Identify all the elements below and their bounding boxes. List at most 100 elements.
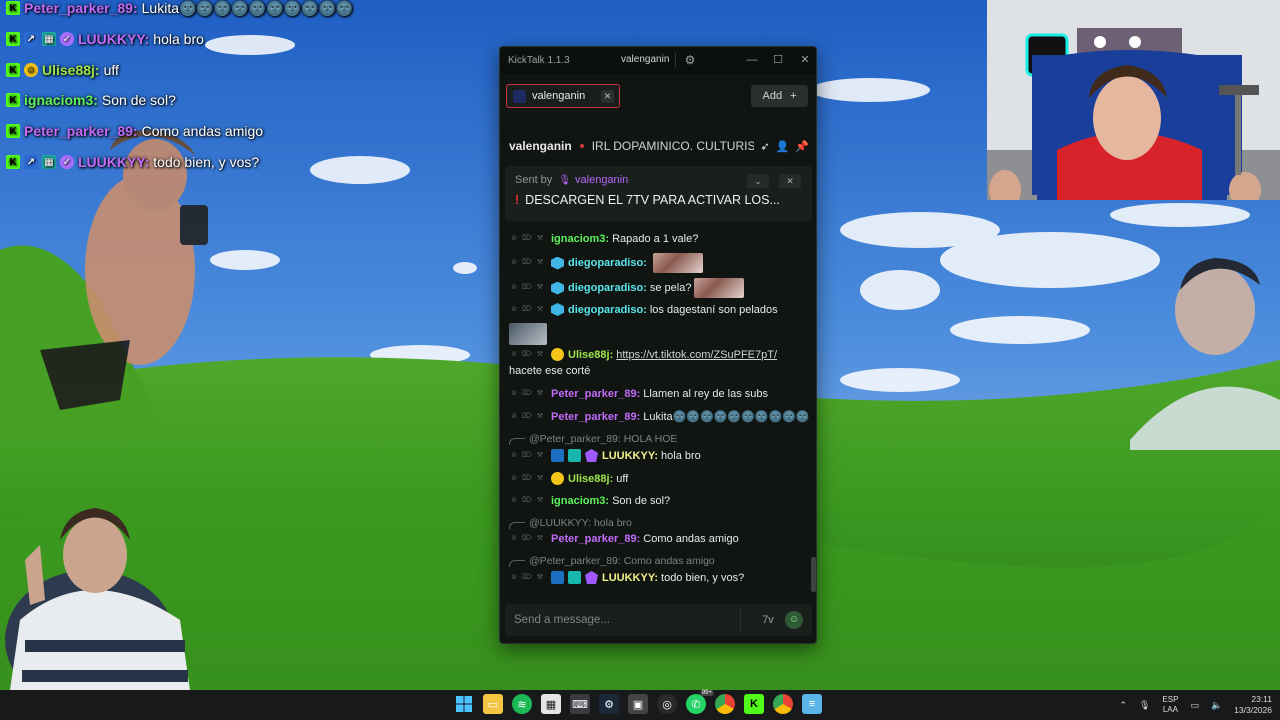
language-indicator[interactable]: ESP LAA	[1162, 695, 1178, 715]
reply-to-user: @Peter_parker_89:	[529, 432, 621, 445]
chat-username[interactable]: Peter_parker_89:	[551, 411, 640, 423]
notepad-icon[interactable]: ≡	[802, 694, 822, 714]
emote-image	[694, 278, 745, 298]
mod-ban-icon[interactable]: ⚒	[535, 234, 545, 244]
chat-username[interactable]: ignaciom3:	[551, 495, 609, 507]
chat-link[interactable]: https://vt.tiktok.com/ZSuPFE7pT/	[616, 349, 777, 361]
tab-valenganin[interactable]: valenganin ✕	[506, 84, 620, 108]
chevron-up-icon[interactable]: ⌃	[1119, 700, 1127, 711]
mod-ban-icon[interactable]: ⚒	[535, 350, 545, 360]
mod-delete-icon[interactable]: ⌦	[522, 389, 532, 399]
mod-ban-icon[interactable]: ⚒	[535, 451, 545, 461]
language-code: ESP	[1162, 695, 1179, 704]
spotify-icon[interactable]: ≋	[512, 694, 532, 714]
chat-message: ⊘ ⌦ ⚒ diegoparadiso: se pela?	[509, 278, 804, 298]
add-channel-button[interactable]: Add +	[751, 85, 808, 107]
chat-username[interactable]: diegoparadiso:	[568, 282, 647, 294]
seventv-emote-icon[interactable]: 7v	[759, 611, 777, 629]
reply-context[interactable]: @Peter_parker_89: HOLA HOE	[509, 432, 677, 445]
pin-icon[interactable]: ➶	[760, 140, 769, 153]
mod-delete-icon[interactable]: ⌦	[522, 534, 532, 544]
keyboard-layout: LAA	[1162, 705, 1178, 714]
chat-username[interactable]: Peter_parker_89:	[551, 388, 640, 400]
mod-delete-icon[interactable]: ⌦	[522, 573, 532, 583]
mod-ban-icon[interactable]: ⚒	[535, 305, 545, 315]
chat-scrollbar[interactable]	[811, 557, 816, 592]
mod-ban-icon[interactable]: ⚒	[535, 389, 545, 399]
mod-delete-icon[interactable]: ⌦	[522, 474, 532, 484]
chat-username[interactable]: diegoparadiso:	[568, 257, 647, 269]
emoji-badge-icon	[551, 472, 564, 485]
close-tab-icon[interactable]: ✕	[601, 90, 614, 103]
chat-username[interactable]: Ulise88j:	[568, 473, 613, 485]
volume-icon[interactable]: 🔈	[1211, 700, 1222, 711]
mod-ban-icon[interactable]: ⚒	[535, 283, 545, 293]
chat-username[interactable]: diegoparadiso:	[568, 304, 647, 316]
user-icon[interactable]: 👤	[776, 140, 790, 153]
network-icon[interactable]: ▭	[1190, 700, 1199, 711]
mod-timeout-icon[interactable]: ⊘	[509, 474, 519, 484]
whatsapp-icon[interactable]: ✆ 99+	[686, 690, 714, 714]
microsoft-store-icon[interactable]: ▦	[541, 694, 561, 714]
file-explorer-icon[interactable]: ▭	[483, 694, 503, 714]
mod-timeout-icon[interactable]: ⊘	[509, 350, 519, 360]
mod-timeout-icon[interactable]: ⊘	[509, 234, 519, 244]
chat-username[interactable]: LUUKKYY:	[602, 450, 658, 462]
mod-delete-icon[interactable]: ⌦	[522, 258, 532, 268]
mod-ban-icon[interactable]: ⚒	[535, 258, 545, 268]
reply-context[interactable]: @LUUKKYY: hola bro	[509, 516, 632, 529]
mod-timeout-icon[interactable]: ⊘	[509, 496, 519, 506]
mod-delete-icon[interactable]: ⌦	[522, 305, 532, 315]
clock[interactable]: 23:11 13/3/2026	[1234, 694, 1272, 716]
chat-text: hacete ese corté	[509, 365, 591, 377]
mod-timeout-icon[interactable]: ⊘	[509, 389, 519, 399]
chat-username[interactable]: LUUKKYY:	[602, 572, 658, 584]
mod-delete-icon[interactable]: ⌦	[522, 451, 532, 461]
steam-icon[interactable]: ⚙	[599, 694, 619, 714]
chat-text: Rapado a 1 vale?	[612, 233, 699, 245]
overlay-message: Lukita🌚🌚🌚🌚🌚🌚🌚🌚🌚🌚	[141, 0, 354, 16]
mod-ban-icon[interactable]: ⚒	[535, 534, 545, 544]
mod-ban-icon[interactable]: ⚒	[535, 412, 545, 422]
mod-delete-icon[interactable]: ⌦	[522, 234, 532, 244]
chrome-profile-icon[interactable]	[773, 694, 793, 714]
chevron-down-icon[interactable]: ⌄	[747, 174, 769, 188]
chat-username[interactable]: ignaciom3:	[551, 233, 609, 245]
reply-context[interactable]: @Peter_parker_89: Como andas amigo	[509, 554, 715, 567]
unpin-icon[interactable]: ✕	[779, 174, 801, 188]
mod-timeout-icon[interactable]: ⊘	[509, 573, 519, 583]
mod-delete-icon[interactable]: ⌦	[522, 350, 532, 360]
keyboard-app-icon[interactable]: ⌨	[570, 694, 590, 714]
message-input[interactable]	[514, 614, 740, 626]
chrome-icon[interactable]	[715, 694, 735, 714]
chat-username[interactable]: Peter_parker_89:	[551, 533, 640, 545]
overlay-message: uff	[103, 62, 119, 78]
mod-timeout-icon[interactable]: ⊘	[509, 258, 519, 268]
message-input-bar: 7v ☺	[505, 604, 812, 636]
mod-timeout-icon[interactable]: ⊘	[509, 534, 519, 544]
windows-start-icon[interactable]	[454, 694, 474, 714]
chat-messages[interactable]: ⊘ ⌦ ⚒ ignaciom3: Rapado a 1 vale? ⊘ ⌦ ⚒ dieg…	[500, 229, 816, 599]
exclamation-icon: !	[515, 193, 520, 207]
chat-username[interactable]: Ulise88j:	[568, 349, 613, 361]
input-divider	[740, 609, 741, 631]
mod-timeout-icon[interactable]: ⊘	[509, 412, 519, 422]
mod-timeout-icon[interactable]: ⊘	[509, 305, 519, 315]
mod-ban-icon[interactable]: ⚒	[535, 496, 545, 506]
kick-icon[interactable]: K	[744, 694, 764, 714]
pinned-author[interactable]: valenganin	[575, 174, 628, 186]
microphone-icon[interactable]: 🎙	[1139, 700, 1150, 711]
mod-ban-icon[interactable]: ⚒	[535, 573, 545, 583]
chat-message: ⊘ ⌦ ⚒ Peter_parker_89: Como andas amigo	[509, 533, 804, 545]
channel-avatar	[513, 89, 526, 103]
pushpin-icon[interactable]: 📌	[795, 140, 809, 153]
mod-ban-icon[interactable]: ⚒	[535, 474, 545, 484]
mod-delete-icon[interactable]: ⌦	[522, 496, 532, 506]
mod-delete-icon[interactable]: ⌦	[522, 412, 532, 422]
mod-timeout-icon[interactable]: ⊘	[509, 283, 519, 293]
mod-delete-icon[interactable]: ⌦	[522, 283, 532, 293]
terminal-icon[interactable]: ▣	[628, 694, 648, 714]
capture-tool-icon[interactable]: ◎	[657, 694, 677, 714]
mod-timeout-icon[interactable]: ⊘	[509, 451, 519, 461]
emoji-picker-icon[interactable]: ☺	[785, 611, 803, 629]
